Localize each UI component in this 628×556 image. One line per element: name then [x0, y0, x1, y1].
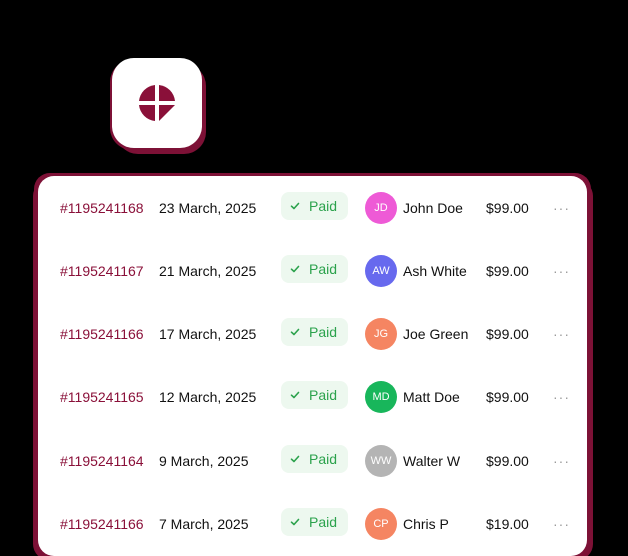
status-label: Paid	[309, 198, 338, 214]
status-badge: Paid	[281, 318, 349, 346]
amount: $99.00	[486, 326, 529, 342]
status-badge: Paid	[281, 192, 349, 220]
customer-name: Joe Green	[403, 326, 469, 342]
more-options-icon[interactable]: ···	[553, 188, 570, 228]
customer: MD Matt Doe	[365, 377, 460, 417]
status-badge: Paid	[281, 255, 349, 283]
avatar: CP	[365, 508, 397, 540]
order-date: 21 March, 2025	[159, 263, 257, 279]
status-badge: Paid	[281, 381, 349, 409]
table-row[interactable]: #1195241164 9 March, 2025 Paid WW Walter…	[38, 441, 587, 481]
status-label: Paid	[309, 387, 338, 403]
amount: $99.00	[486, 263, 529, 279]
customer-name: Matt Doe	[403, 389, 460, 405]
status-label: Paid	[309, 324, 338, 340]
app-logo-tile	[112, 58, 202, 148]
customer: JG Joe Green	[365, 314, 468, 354]
table-row[interactable]: #1195241165 12 March, 2025 Paid MD Matt …	[38, 377, 587, 417]
check-icon	[290, 328, 300, 336]
customer-name: Ash White	[403, 263, 467, 279]
more-options-icon[interactable]: ···	[553, 251, 570, 291]
check-icon	[290, 455, 300, 463]
avatar: MD	[365, 381, 397, 413]
more-options-icon[interactable]: ···	[553, 504, 570, 544]
avatar: JD	[365, 192, 397, 224]
check-icon	[290, 265, 300, 273]
status-label: Paid	[309, 261, 338, 277]
check-icon	[290, 391, 300, 399]
avatar: AW	[365, 255, 397, 287]
pie-chart-logo-icon	[139, 85, 175, 121]
customer: JD John Doe	[365, 188, 463, 228]
order-date: 12 March, 2025	[159, 389, 257, 405]
status-badge: Paid	[281, 508, 349, 536]
customer: WW Walter W	[365, 441, 460, 481]
order-id[interactable]: #1195241166	[60, 314, 144, 354]
invoice-list-card: #1195241168 23 March, 2025 Paid JD John …	[38, 176, 587, 556]
status-label: Paid	[309, 451, 338, 467]
order-id[interactable]: #1195241166	[60, 504, 144, 544]
order-date: 7 March, 2025	[159, 516, 249, 532]
customer: AW Ash White	[365, 251, 467, 291]
customer-name: Walter W	[403, 453, 461, 469]
status-label: Paid	[309, 514, 338, 530]
order-date: 23 March, 2025	[159, 200, 257, 216]
table-row[interactable]: #1195241167 21 March, 2025 Paid AW Ash W…	[38, 251, 587, 291]
more-options-icon[interactable]: ···	[553, 377, 570, 417]
table-row[interactable]: #1195241166 7 March, 2025 Paid CP Chris …	[38, 504, 587, 544]
more-options-icon[interactable]: ···	[553, 314, 570, 354]
check-icon	[290, 518, 300, 526]
avatar: WW	[365, 445, 397, 477]
order-date: 17 March, 2025	[159, 326, 257, 342]
order-date: 9 March, 2025	[159, 453, 249, 469]
order-id[interactable]: #1195241164	[60, 441, 144, 481]
status-badge: Paid	[281, 445, 349, 473]
table-row[interactable]: #1195241166 17 March, 2025 Paid JG Joe G…	[38, 314, 587, 354]
customer-name: John Doe	[403, 200, 463, 216]
customer: CP Chris P	[365, 504, 449, 544]
amount: $19.00	[486, 516, 529, 532]
amount: $99.00	[486, 200, 529, 216]
avatar: JG	[365, 318, 397, 350]
amount: $99.00	[486, 389, 529, 405]
customer-name: Chris P	[403, 516, 449, 532]
check-icon	[290, 202, 300, 210]
order-id[interactable]: #1195241167	[60, 251, 144, 291]
more-options-icon[interactable]: ···	[553, 441, 570, 481]
order-id[interactable]: #1195241168	[60, 188, 144, 228]
order-id[interactable]: #1195241165	[60, 377, 144, 417]
table-row[interactable]: #1195241168 23 March, 2025 Paid JD John …	[38, 188, 587, 228]
amount: $99.00	[486, 453, 529, 469]
